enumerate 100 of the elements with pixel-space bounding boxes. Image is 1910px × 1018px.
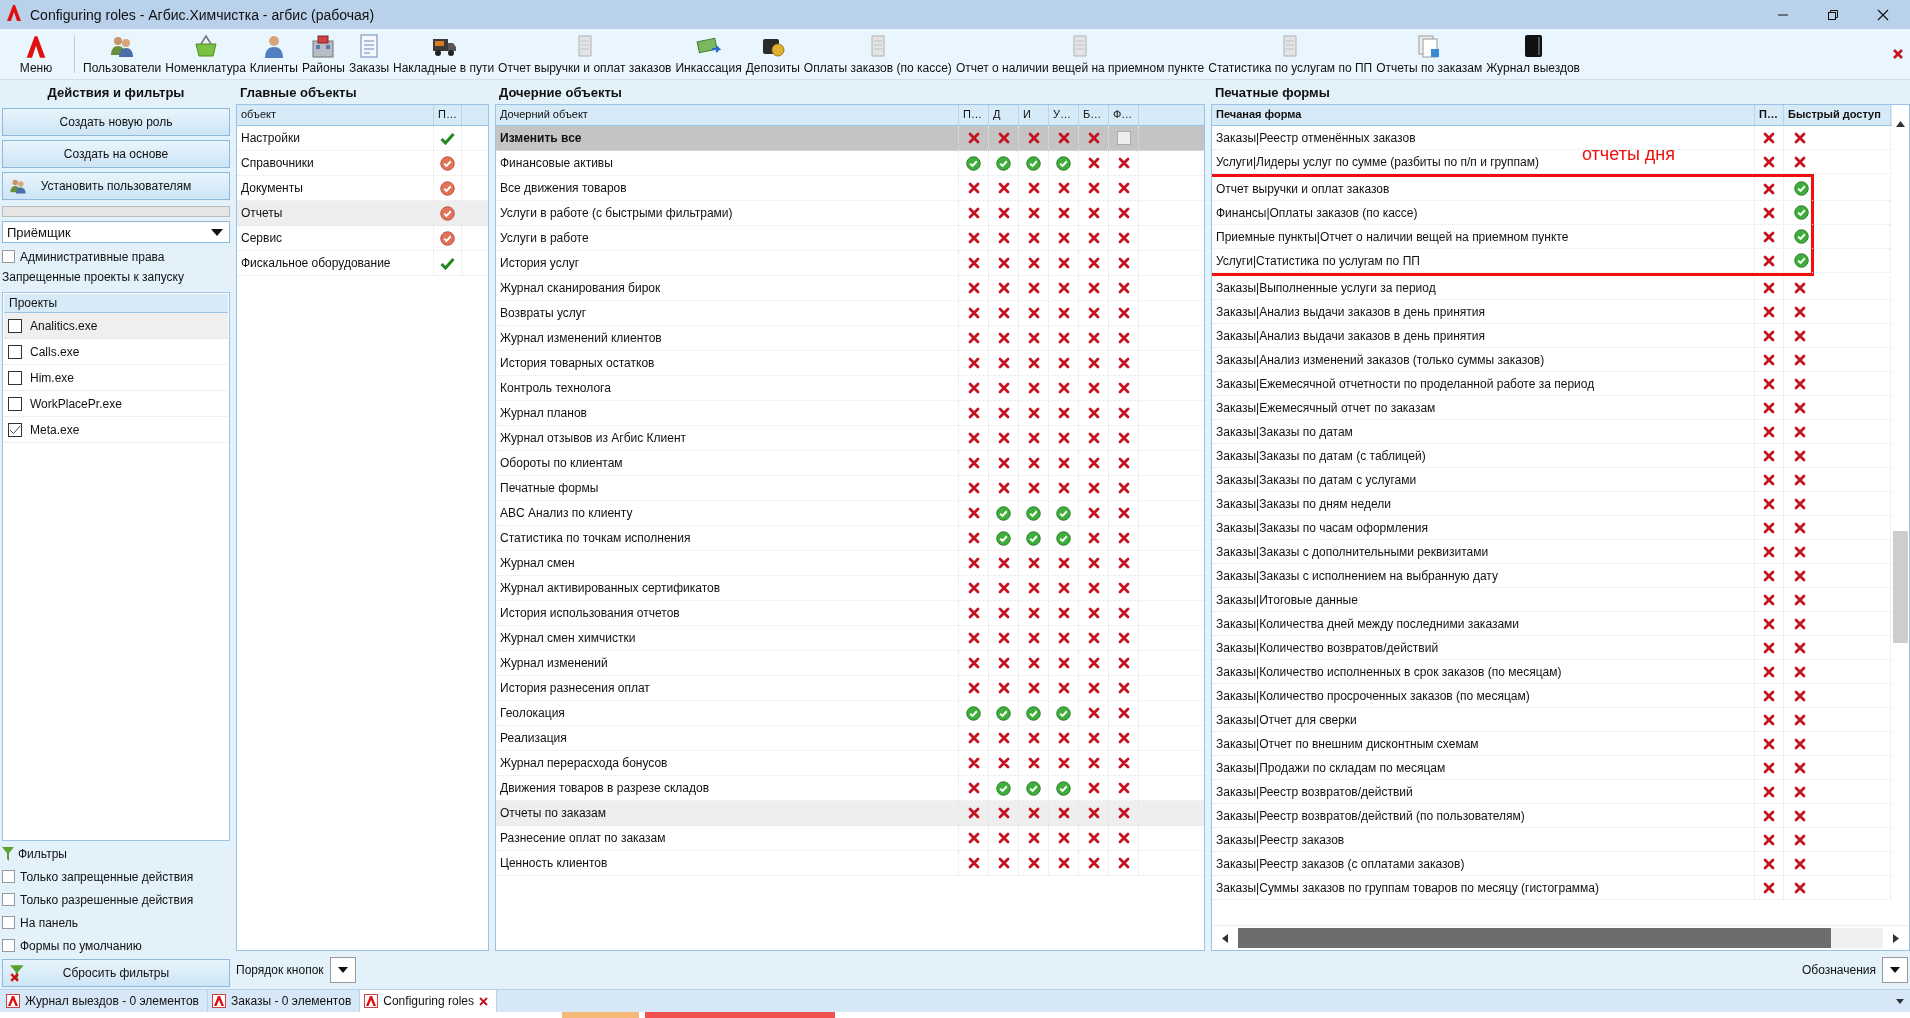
cross-icon[interactable] xyxy=(1763,689,1775,702)
cross-icon[interactable] xyxy=(1027,582,1040,594)
cross-icon[interactable] xyxy=(1794,761,1806,774)
restore-icon[interactable] xyxy=(1826,7,1840,22)
check-circle-icon[interactable] xyxy=(1056,155,1071,171)
cross-icon[interactable] xyxy=(1057,257,1070,269)
cross-icon[interactable] xyxy=(1057,482,1070,494)
cross-icon[interactable] xyxy=(1763,521,1775,534)
table-row[interactable]: Заказы|Суммы заказов по группам товаров по месяцу (гистограмма) xyxy=(1212,876,1892,900)
cross-icon[interactable] xyxy=(1027,607,1040,619)
check-circle-icon[interactable] xyxy=(1026,780,1041,796)
cross-icon[interactable] xyxy=(997,607,1010,619)
cross-icon[interactable] xyxy=(1057,732,1070,744)
cross-icon[interactable] xyxy=(1763,182,1775,195)
cross-icon[interactable] xyxy=(1057,282,1070,294)
table-row[interactable]: Заказы|Ежемесячный отчет по заказам xyxy=(1212,396,1892,420)
toolbar-button[interactable]: Пользователи xyxy=(81,29,164,79)
cross-icon[interactable] xyxy=(997,357,1010,369)
table-row[interactable]: Журнал изменений клиентов xyxy=(496,326,1204,351)
cross-icon[interactable] xyxy=(1027,232,1040,244)
cross-icon[interactable] xyxy=(997,432,1010,444)
cross-icon[interactable] xyxy=(1794,281,1806,294)
checkbox[interactable] xyxy=(8,344,22,359)
table-row[interactable]: Заказы|Заказы с дополнительными реквизитами xyxy=(1212,540,1892,564)
toolbar-button[interactable]: Районы xyxy=(300,29,347,79)
table-row[interactable]: История товарных остатков xyxy=(496,351,1204,376)
cross-icon[interactable] xyxy=(1027,682,1040,694)
cross-icon[interactable] xyxy=(1057,182,1070,194)
check-circle-icon[interactable] xyxy=(996,505,1011,521)
cross-icon[interactable] xyxy=(1027,257,1040,269)
cross-icon[interactable] xyxy=(1794,689,1806,702)
check-circle-icon[interactable] xyxy=(1026,505,1041,521)
table-row[interactable]: Заказы|Заказы по дням недели xyxy=(1212,492,1892,516)
cross-icon[interactable] xyxy=(967,382,980,394)
scrollbar-thumb[interactable] xyxy=(1238,928,1832,948)
table-row[interactable]: ABC Анализ по клиенту xyxy=(496,501,1204,526)
table-row[interactable]: Заказы|Количество исполненных в срок заказов (по месяцам) xyxy=(1212,660,1892,684)
cross-icon[interactable] xyxy=(1794,809,1806,822)
cross-icon[interactable] xyxy=(1087,257,1100,269)
cross-icon[interactable] xyxy=(997,207,1010,219)
cross-icon[interactable] xyxy=(1794,497,1806,510)
cross-icon[interactable] xyxy=(1763,593,1775,606)
cross-icon[interactable] xyxy=(1027,457,1040,469)
cross-icon[interactable] xyxy=(1057,407,1070,419)
cross-icon[interactable] xyxy=(1117,782,1130,794)
cross-icon[interactable] xyxy=(1794,881,1806,894)
table-row[interactable]: Контроль технолога xyxy=(496,376,1204,401)
table-row[interactable]: Журнал перерасхода бонусов xyxy=(496,751,1204,776)
check-circle-icon[interactable] xyxy=(1056,705,1071,721)
close-icon[interactable] xyxy=(479,996,488,1006)
project-item[interactable]: Analitics.exe xyxy=(4,313,228,339)
empty-checkbox[interactable] xyxy=(1116,131,1131,145)
table-row[interactable]: Реализация xyxy=(496,726,1204,751)
cross-icon[interactable] xyxy=(1117,257,1130,269)
check-circle-icon[interactable] xyxy=(996,780,1011,796)
cross-icon[interactable] xyxy=(1087,207,1100,219)
toolbar-button[interactable]: Депозиты xyxy=(743,29,802,79)
table-row[interactable]: Финансы|Оплаты заказов (по кассе) xyxy=(1212,201,1891,225)
cross-icon[interactable] xyxy=(1794,473,1806,486)
cross-icon[interactable] xyxy=(967,282,980,294)
cross-icon[interactable] xyxy=(1763,569,1775,582)
cross-icon[interactable] xyxy=(1117,607,1130,619)
table-row[interactable]: Заказы|Заказы по датам xyxy=(1212,420,1892,444)
cross-icon[interactable] xyxy=(1763,449,1775,462)
cross-icon[interactable] xyxy=(1027,757,1040,769)
table-row[interactable]: Сервис xyxy=(237,226,488,251)
cross-icon[interactable] xyxy=(997,257,1010,269)
cross-icon[interactable] xyxy=(1027,207,1040,219)
cross-icon[interactable] xyxy=(1087,832,1100,844)
cross-icon[interactable] xyxy=(1117,307,1130,319)
cross-icon[interactable] xyxy=(1057,232,1070,244)
cross-icon[interactable] xyxy=(1027,482,1040,494)
toolbar-button[interactable]: Журнал выездов xyxy=(1484,29,1582,79)
cross-icon[interactable] xyxy=(1763,206,1775,219)
cross-icon[interactable] xyxy=(1087,782,1100,794)
cross-icon[interactable] xyxy=(1117,482,1130,494)
table-row[interactable]: Заказы|Заказы по датам (с таблицей) xyxy=(1212,444,1892,468)
cross-icon[interactable] xyxy=(967,857,980,869)
cross-icon[interactable] xyxy=(1087,857,1100,869)
check-circle-icon[interactable] xyxy=(1056,530,1071,546)
cross-icon[interactable] xyxy=(1763,881,1775,894)
cross-icon[interactable] xyxy=(967,657,980,669)
cross-icon[interactable] xyxy=(1057,607,1070,619)
cross-icon[interactable] xyxy=(1763,497,1775,510)
cross-icon[interactable] xyxy=(1763,617,1775,630)
table-row[interactable]: Заказы|Реестр возвратов/действий xyxy=(1212,780,1892,804)
cross-icon[interactable] xyxy=(1087,307,1100,319)
cross-icon[interactable] xyxy=(1763,857,1775,870)
cross-icon[interactable] xyxy=(1794,785,1806,798)
action-button[interactable]: Установить пользователям xyxy=(2,172,230,200)
cross-icon[interactable] xyxy=(967,632,980,644)
cross-icon[interactable] xyxy=(1087,807,1100,819)
cross-icon[interactable] xyxy=(1027,382,1040,394)
cross-icon[interactable] xyxy=(1117,432,1130,444)
cross-icon[interactable] xyxy=(1794,545,1806,558)
scrollbar[interactable] xyxy=(1212,925,1909,950)
cross-icon[interactable] xyxy=(1087,707,1100,719)
cross-icon[interactable] xyxy=(1794,353,1806,366)
table-row[interactable]: Заказы|Отчет по внешним дисконтным схемам xyxy=(1212,732,1892,756)
scroll-right-icon[interactable] xyxy=(1893,933,1899,943)
